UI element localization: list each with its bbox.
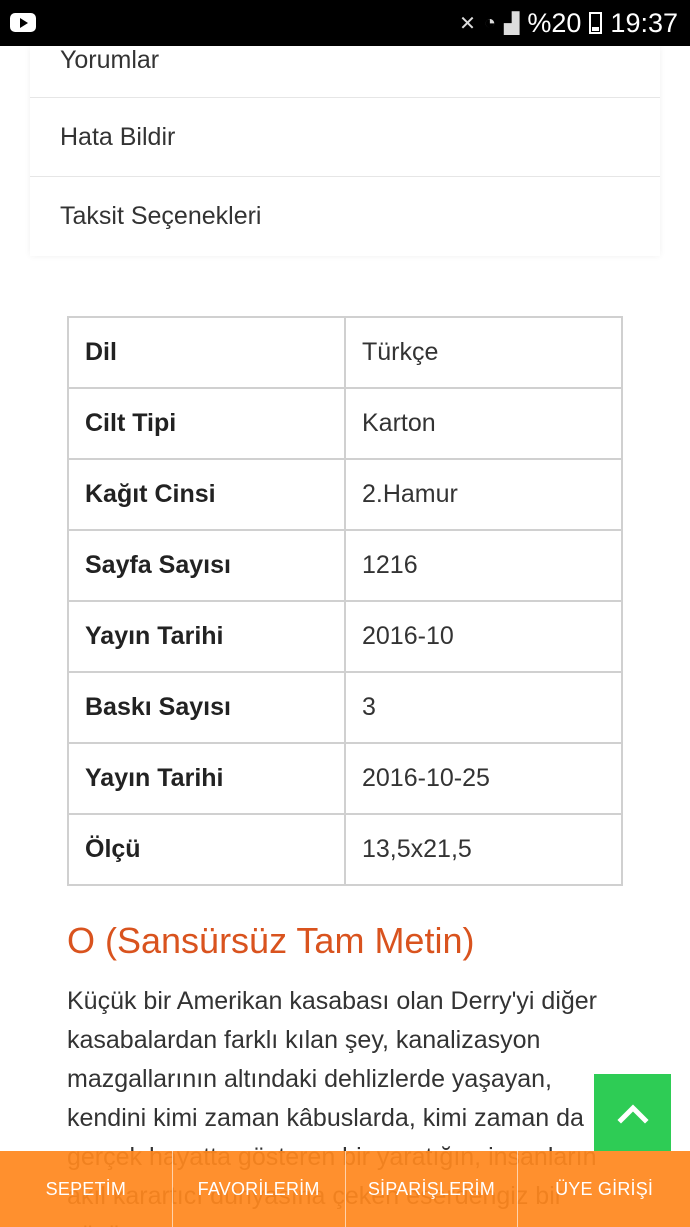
spec-key: Yayın Tarihi <box>67 742 346 815</box>
nav-label: FAVORİLERİM <box>197 1178 320 1199</box>
spec-value: 2016-10-25 <box>344 742 623 815</box>
menu-item-report-error[interactable]: Hata Bildir <box>30 98 660 177</box>
spec-value: 13,5x21,5 <box>344 813 623 886</box>
spec-key: Ölçü <box>67 813 346 886</box>
menu-item-label: Hata Bildir <box>60 122 176 151</box>
nav-orders[interactable]: SİPARİŞLERİM <box>346 1151 519 1227</box>
spec-value: 2016-10 <box>344 600 623 673</box>
spec-key: Sayfa Sayısı <box>67 529 346 602</box>
table-row: Ölçü 13,5x21,5 <box>67 813 623 886</box>
product-menu: Yorumlar Hata Bildir Taksit Seçenekleri <box>30 46 660 256</box>
nav-cart[interactable]: SEPETİM <box>0 1151 173 1227</box>
nav-label: SEPETİM <box>45 1178 127 1199</box>
table-row: Kağıt Cinsi 2.Hamur <box>67 458 623 531</box>
wifi-icon: ◔ <box>483 11 496 34</box>
clock: 19:37 <box>610 7 678 38</box>
menu-item-installments[interactable]: Taksit Seçenekleri <box>30 177 660 256</box>
youtube-icon <box>10 13 36 32</box>
spec-key: Dil <box>67 316 346 389</box>
nav-favorites[interactable]: FAVORİLERİM <box>173 1151 346 1227</box>
nav-login[interactable]: ÜYE GİRİŞİ <box>518 1151 690 1227</box>
table-row: Sayfa Sayısı 1216 <box>67 529 623 602</box>
table-row: Yayın Tarihi 2016-10-25 <box>67 742 623 815</box>
spec-table: Dil Türkçe Cilt Tipi Karton Kağıt Cinsi … <box>67 316 623 886</box>
nav-label: ÜYE GİRİŞİ <box>555 1178 654 1199</box>
signal-icon: ▟ <box>503 12 520 35</box>
mute-icon: ✕ <box>459 12 476 35</box>
nav-label: SİPARİŞLERİM <box>367 1178 495 1199</box>
chevron-up-icon <box>616 1103 649 1124</box>
product-title: O (Sansürsüz Tam Metin) <box>67 920 475 961</box>
scroll-to-top-button[interactable] <box>594 1074 671 1151</box>
battery-percent: %20 <box>527 7 582 38</box>
battery-icon <box>589 12 603 34</box>
status-bar-right: ✕ ◔ ▟ %20 19:37 <box>459 6 678 40</box>
table-row: Yayın Tarihi 2016-10 <box>67 600 623 673</box>
menu-item-comments[interactable]: Yorumlar <box>30 46 660 98</box>
status-bar: ✕ ◔ ▟ %20 19:37 <box>0 0 690 46</box>
bottom-nav: SEPETİM FAVORİLERİM SİPARİŞLERİM ÜYE GİR… <box>0 1151 690 1227</box>
table-row: Cilt Tipi Karton <box>67 387 623 460</box>
spec-value: 3 <box>344 671 623 744</box>
spec-key: Cilt Tipi <box>67 387 346 460</box>
spec-key: Kağıt Cinsi <box>67 458 346 531</box>
table-row: Baskı Sayısı 3 <box>67 671 623 744</box>
spec-value: Karton <box>344 387 623 460</box>
spec-value: 2.Hamur <box>344 458 623 531</box>
spec-value: 1216 <box>344 529 623 602</box>
spec-value: Türkçe <box>344 316 623 389</box>
table-row: Dil Türkçe <box>67 316 623 389</box>
spec-key: Baskı Sayısı <box>67 671 346 744</box>
menu-item-label: Yorumlar <box>60 46 160 74</box>
menu-item-label: Taksit Seçenekleri <box>60 202 262 230</box>
spec-key: Yayın Tarihi <box>67 600 346 673</box>
